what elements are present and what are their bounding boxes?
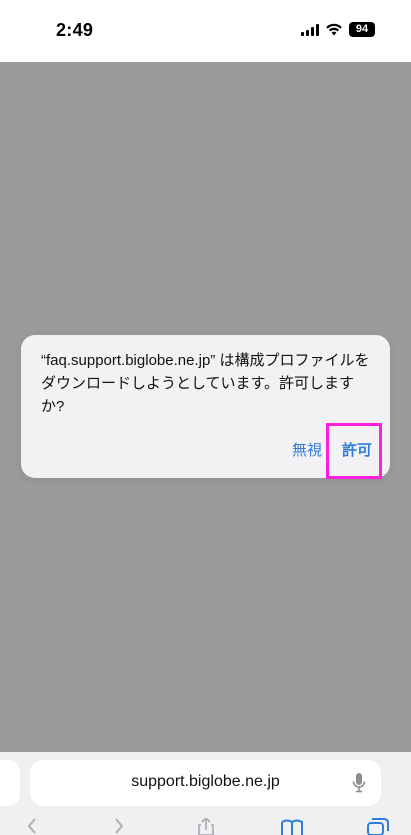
bookmarks-icon[interactable] (280, 818, 304, 835)
url-text: support.biglobe.ne.jp (131, 773, 280, 790)
tabs-icon[interactable] (366, 818, 390, 835)
battery-icon: 94 (349, 22, 375, 37)
microphone-icon[interactable] (352, 772, 366, 794)
status-icons: 94 (301, 22, 375, 37)
ignore-button[interactable]: 無視 (292, 439, 322, 460)
safari-toolbar: support.biglobe.ne.jp (0, 752, 411, 835)
address-bar[interactable]: support.biglobe.ne.jp (30, 760, 381, 806)
back-icon[interactable] (20, 818, 44, 835)
allow-button-highlight (326, 423, 382, 479)
share-icon[interactable] (194, 818, 218, 835)
alert-message: “faq.support.biglobe.ne.jp” は構成プロファイルをダウ… (41, 352, 370, 415)
signal-icon (301, 23, 319, 36)
wifi-icon (326, 23, 342, 36)
status-time: 2:49 (56, 20, 94, 40)
navigation-row (0, 818, 411, 835)
forward-icon[interactable] (107, 818, 131, 835)
previous-tab-edge[interactable] (0, 760, 20, 806)
status-bar: 2:49 94 (0, 0, 411, 62)
